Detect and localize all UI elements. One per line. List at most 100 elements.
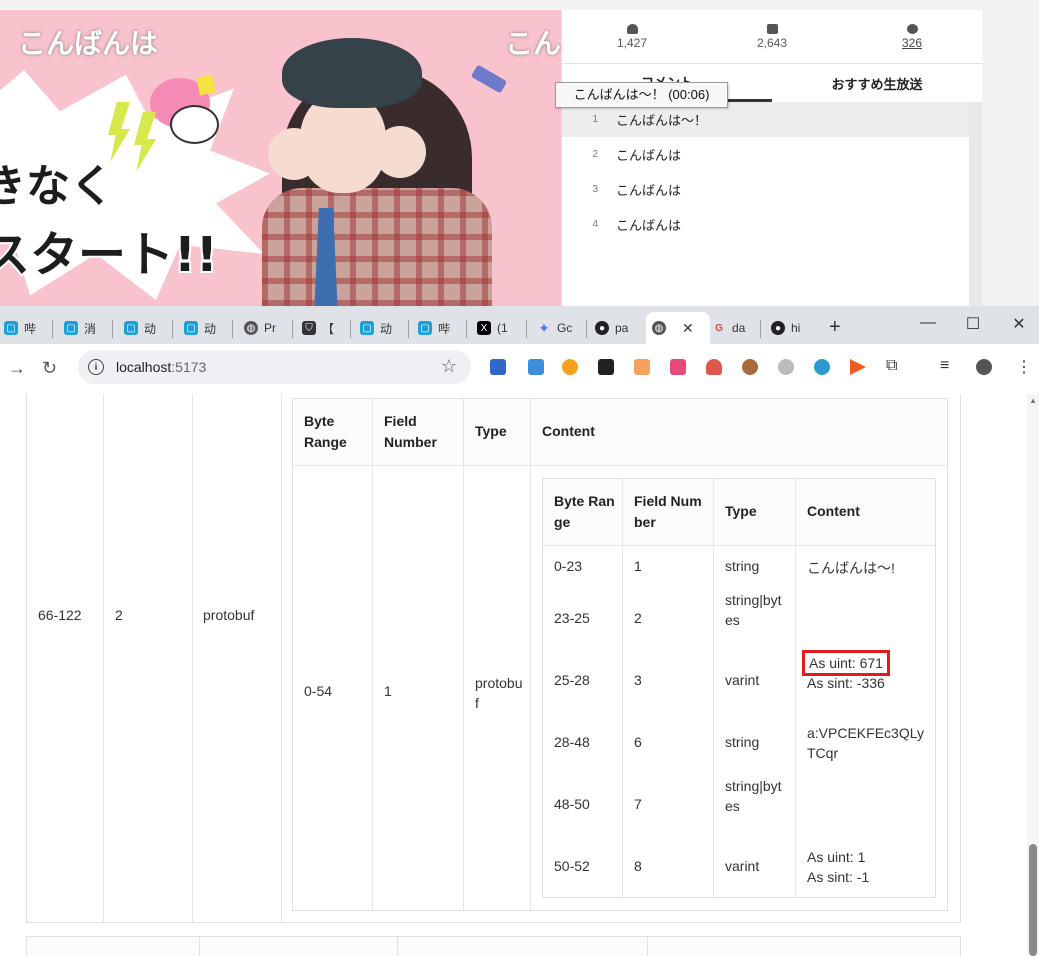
globe-icon: ◍ (244, 321, 258, 335)
browser-tab[interactable]: X (1 (477, 314, 508, 342)
github-icon: ● (771, 321, 785, 335)
comment-text: こんばんは (616, 183, 682, 198)
reading-list-icon[interactable]: ≡ (940, 357, 949, 375)
highlighted-uint-value: As uint: 671 (802, 650, 890, 676)
comment-row[interactable]: 2 こんばんは (562, 137, 969, 172)
cell-field-number: 6 (634, 734, 642, 750)
overlay-comment: こん (505, 27, 561, 60)
clock-icon (906, 23, 918, 34)
extension-icon[interactable] (670, 359, 686, 375)
uint-value: As uint: 1 (807, 849, 866, 865)
cell-type: string (725, 734, 760, 750)
bookmark-star-icon[interactable]: ☆ (441, 356, 457, 377)
scrollbar-thumb[interactable] (1029, 844, 1037, 956)
browser-tab[interactable]: ▢ 哔 (418, 314, 450, 342)
confetti-graphic (196, 74, 216, 96)
reload-icon[interactable]: ↻ (42, 358, 57, 379)
header-type: Type (725, 503, 757, 519)
maximize-button[interactable]: ☐ (958, 314, 988, 334)
extension-icon[interactable] (598, 359, 614, 375)
minimize-button[interactable]: — (913, 314, 943, 332)
comment-number: 4 (592, 219, 598, 230)
cell-field-number: 3 (634, 672, 642, 688)
video-player[interactable]: きなく スタート!! こんばんは こん (0, 10, 561, 306)
cell-content: a:VPCEKFEc3QLyTCqr (807, 725, 924, 761)
browser-tab[interactable]: ● pa (595, 314, 628, 342)
address-bar[interactable]: i localhost:5173 ☆ (78, 350, 471, 384)
globe-icon: ◍ (652, 321, 666, 335)
elapsed-time[interactable]: 326 (902, 36, 922, 50)
extension-icon[interactable] (706, 359, 722, 375)
google-icon: G (715, 322, 723, 334)
comment-row[interactable]: 4 こんばんは (562, 207, 969, 242)
tab-recommended[interactable]: おすすめ生放送 (772, 64, 982, 102)
page-scrollbar[interactable]: ▲ (1027, 394, 1039, 956)
cell-byte-range: 0-54 (304, 683, 333, 699)
comment-number: 3 (592, 184, 598, 195)
streamer-image (262, 38, 492, 306)
tab-title: Gc (557, 321, 573, 335)
cell-byte-range: 23-25 (554, 610, 590, 626)
browser-tab[interactable]: ▢ 动 (184, 314, 216, 342)
stream-stats: 1,427 2,643 326 (562, 10, 982, 64)
tab-title: hi (791, 321, 801, 335)
comment-panel: 1,427 2,643 326 コメント おすすめ生放送 1 こんばんは〜！ 2 (561, 10, 982, 306)
tab-title: 动 (380, 321, 393, 336)
browser-chrome: ▢ 哔 ▢ 消 ▢ 动 ▢ 动 ◍ Pr ⛉ 【 ▢ 动 ▢ 哔 X (1 ✦ Gc ● pa ◍ ✕ … (0, 306, 1039, 394)
url-port: :5173 (171, 359, 207, 375)
close-tab-icon[interactable]: ✕ (682, 320, 694, 337)
title-text-line2: スタート!! (0, 225, 220, 285)
browser-tab[interactable]: ▢ 哔 (4, 314, 36, 342)
browser-toolbar: → ↻ i localhost:5173 ☆ ⧉ ≡ ⋮ (0, 344, 1039, 394)
cell-type: varint (725, 672, 760, 688)
header-content: Content (807, 503, 860, 519)
profile-avatar[interactable] (976, 359, 992, 375)
header-byte-range: Byte Range (554, 493, 615, 530)
tab-title: 哔 (438, 321, 451, 336)
cell-type: protobuf (203, 607, 255, 623)
comment-tooltip: こんばんは〜！ (00:06) (555, 82, 728, 108)
extension-icon[interactable] (528, 359, 544, 375)
comment-icon (766, 23, 778, 34)
title-text-line1: きなく (0, 159, 116, 214)
browser-tab[interactable]: ▢ 消 (64, 314, 96, 342)
tab-title: 动 (204, 321, 217, 336)
overlay-comment: こんばんは (18, 27, 159, 60)
extension-icon[interactable] (814, 359, 830, 375)
extension-icon[interactable] (634, 359, 650, 375)
cookie-icon[interactable] (742, 359, 758, 375)
cell-field-number: 1 (384, 683, 392, 699)
browser-tab[interactable]: ▢ 动 (124, 314, 156, 342)
tab-title: da (732, 321, 746, 335)
comment-row[interactable]: 3 こんばんは (562, 172, 969, 207)
gemini-icon: ✦ (538, 319, 550, 336)
play-icon[interactable] (850, 359, 866, 375)
browser-tab[interactable]: ● hi (771, 314, 800, 342)
site-info-icon[interactable]: i (88, 359, 104, 375)
more-menu-icon[interactable]: ⋮ (1016, 357, 1032, 377)
cell-field-number: 8 (634, 858, 642, 874)
forward-icon[interactable]: → (8, 358, 26, 379)
browser-tab[interactable]: ✦ Gc (537, 314, 572, 342)
cell-byte-range: 48-50 (554, 796, 590, 812)
browser-tab-active[interactable]: ◍ ✕ (646, 312, 710, 344)
time-stat[interactable]: 326 (842, 10, 982, 63)
browser-tab[interactable]: ▢ 动 (360, 314, 392, 342)
extensions-puzzle-icon[interactable]: ⧉ (886, 357, 897, 375)
extension-icon[interactable] (562, 359, 578, 375)
next-table-header (26, 936, 961, 956)
browser-tab[interactable]: ◍ Pr (244, 314, 276, 342)
cell-field-number: 2 (115, 607, 123, 623)
close-window-button[interactable]: ✕ (1004, 314, 1034, 334)
browser-tab[interactable]: ⛉ 【 (302, 314, 334, 342)
bilibili-icon: ▢ (64, 321, 78, 335)
scroll-up-icon[interactable]: ▲ (1029, 396, 1037, 405)
cell-content: こんばんは〜! (807, 560, 895, 576)
x-icon: X (477, 321, 491, 335)
page-content: 66-122 2 protobuf Byte Range Field Numbe… (0, 394, 1039, 956)
extension-icon[interactable] (778, 359, 794, 375)
new-tab-button[interactable]: + (829, 316, 841, 339)
comment-scrollbar[interactable] (969, 102, 982, 306)
extension-icon[interactable] (490, 359, 506, 375)
browser-tab[interactable]: Gda (712, 314, 745, 342)
